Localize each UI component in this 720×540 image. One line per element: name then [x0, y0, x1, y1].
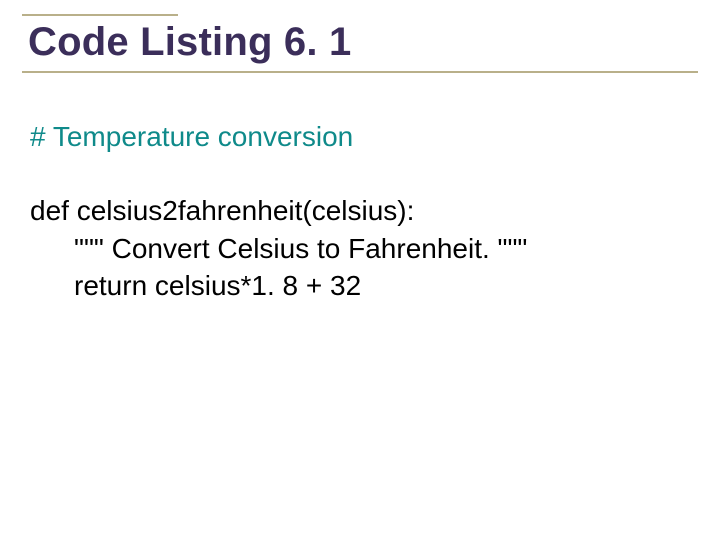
- slide-title: Code Listing 6. 1: [22, 16, 698, 71]
- code-line-def: def celsius2fahrenheit(celsius):: [30, 192, 680, 230]
- code-line-docstring: """ Convert Celsius to Fahrenheit. """: [30, 230, 680, 268]
- code-line-return: return celsius*1. 8 + 32: [30, 267, 680, 305]
- slide: Code Listing 6. 1 # Temperature conversi…: [0, 0, 720, 540]
- slide-body: # Temperature conversion def celsius2fah…: [30, 118, 680, 305]
- code-comment: # Temperature conversion: [30, 118, 680, 156]
- title-block: Code Listing 6. 1: [22, 14, 698, 73]
- title-rule-bottom: [22, 71, 698, 73]
